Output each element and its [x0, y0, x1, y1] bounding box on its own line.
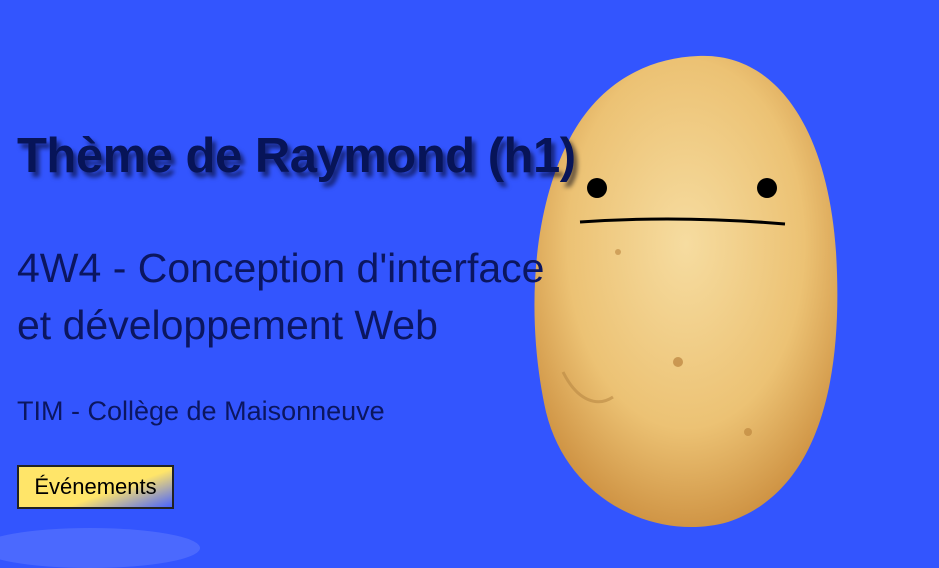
potato-face-image	[534, 55, 838, 528]
subtitle-line-2: et développement Web	[17, 302, 438, 348]
page-title: Thème de Raymond (h1)	[17, 129, 576, 183]
decorative-glow	[0, 528, 200, 568]
page-subtitle: 4W4 - Conception d'interface et développe…	[17, 240, 544, 354]
subtitle-line-1: 4W4 - Conception d'interface	[17, 245, 545, 291]
events-button[interactable]: Événements	[17, 465, 174, 509]
school-name: TIM - Collège de Maisonneuve	[17, 396, 385, 426]
